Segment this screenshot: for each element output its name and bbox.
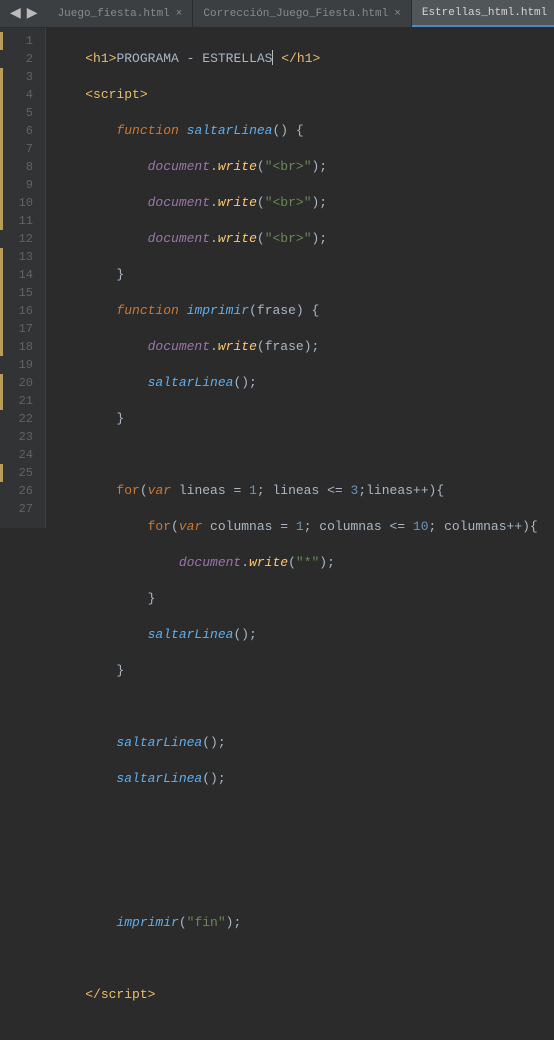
top-bar: ◀ ▶ Juego_fiesta.html × Corrección_Juego… — [0, 0, 554, 28]
close-icon[interactable]: × — [394, 8, 401, 20]
line-number: 2 — [0, 50, 45, 68]
nav-forward-icon[interactable]: ▶ — [25, 5, 40, 22]
line-number: 8 — [0, 158, 45, 176]
code-area[interactable]: <h1>PROGRAMA - ESTRELLAS </h1> <script> … — [46, 28, 554, 528]
line-number: 26 — [0, 482, 45, 500]
gutter: 1234567891011121314151617181920212223242… — [0, 28, 46, 528]
line-number: 6 — [0, 122, 45, 140]
line-number: 21 — [0, 392, 45, 410]
nav-arrows: ◀ ▶ — [0, 5, 48, 22]
line-number: 25 — [0, 464, 45, 482]
line-number: 12 — [0, 230, 45, 248]
nav-back-icon[interactable]: ◀ — [8, 5, 23, 22]
line-number: 15 — [0, 284, 45, 302]
line-number: 1 — [0, 32, 45, 50]
line-number: 19 — [0, 356, 45, 374]
tab-label: Estrellas_html.html — [422, 7, 547, 19]
line-number: 17 — [0, 320, 45, 338]
line-number: 13 — [0, 248, 45, 266]
line-number: 16 — [0, 302, 45, 320]
editor-area: 1234567891011121314151617181920212223242… — [0, 28, 554, 528]
line-number: 20 — [0, 374, 45, 392]
line-number: 22 — [0, 410, 45, 428]
line-number: 4 — [0, 86, 45, 104]
tab-juego-fiesta[interactable]: Juego_fiesta.html × — [48, 0, 194, 27]
line-number: 10 — [0, 194, 45, 212]
line-number: 5 — [0, 104, 45, 122]
tab-correccion[interactable]: Corrección_Juego_Fiesta.html × — [193, 0, 411, 27]
tab-label: Juego_fiesta.html — [58, 8, 170, 20]
line-number: 27 — [0, 500, 45, 518]
line-number: 18 — [0, 338, 45, 356]
tabs: Juego_fiesta.html × Corrección_Juego_Fie… — [48, 0, 554, 27]
line-number: 24 — [0, 446, 45, 464]
line-number: 3 — [0, 68, 45, 86]
tab-label: Corrección_Juego_Fiesta.html — [203, 8, 388, 20]
line-number: 23 — [0, 428, 45, 446]
close-icon[interactable]: × — [176, 8, 183, 20]
line-number: 7 — [0, 140, 45, 158]
line-number: 9 — [0, 176, 45, 194]
tab-estrellas[interactable]: Estrellas_html.html — [412, 0, 554, 27]
line-number: 11 — [0, 212, 45, 230]
line-number: 14 — [0, 266, 45, 284]
